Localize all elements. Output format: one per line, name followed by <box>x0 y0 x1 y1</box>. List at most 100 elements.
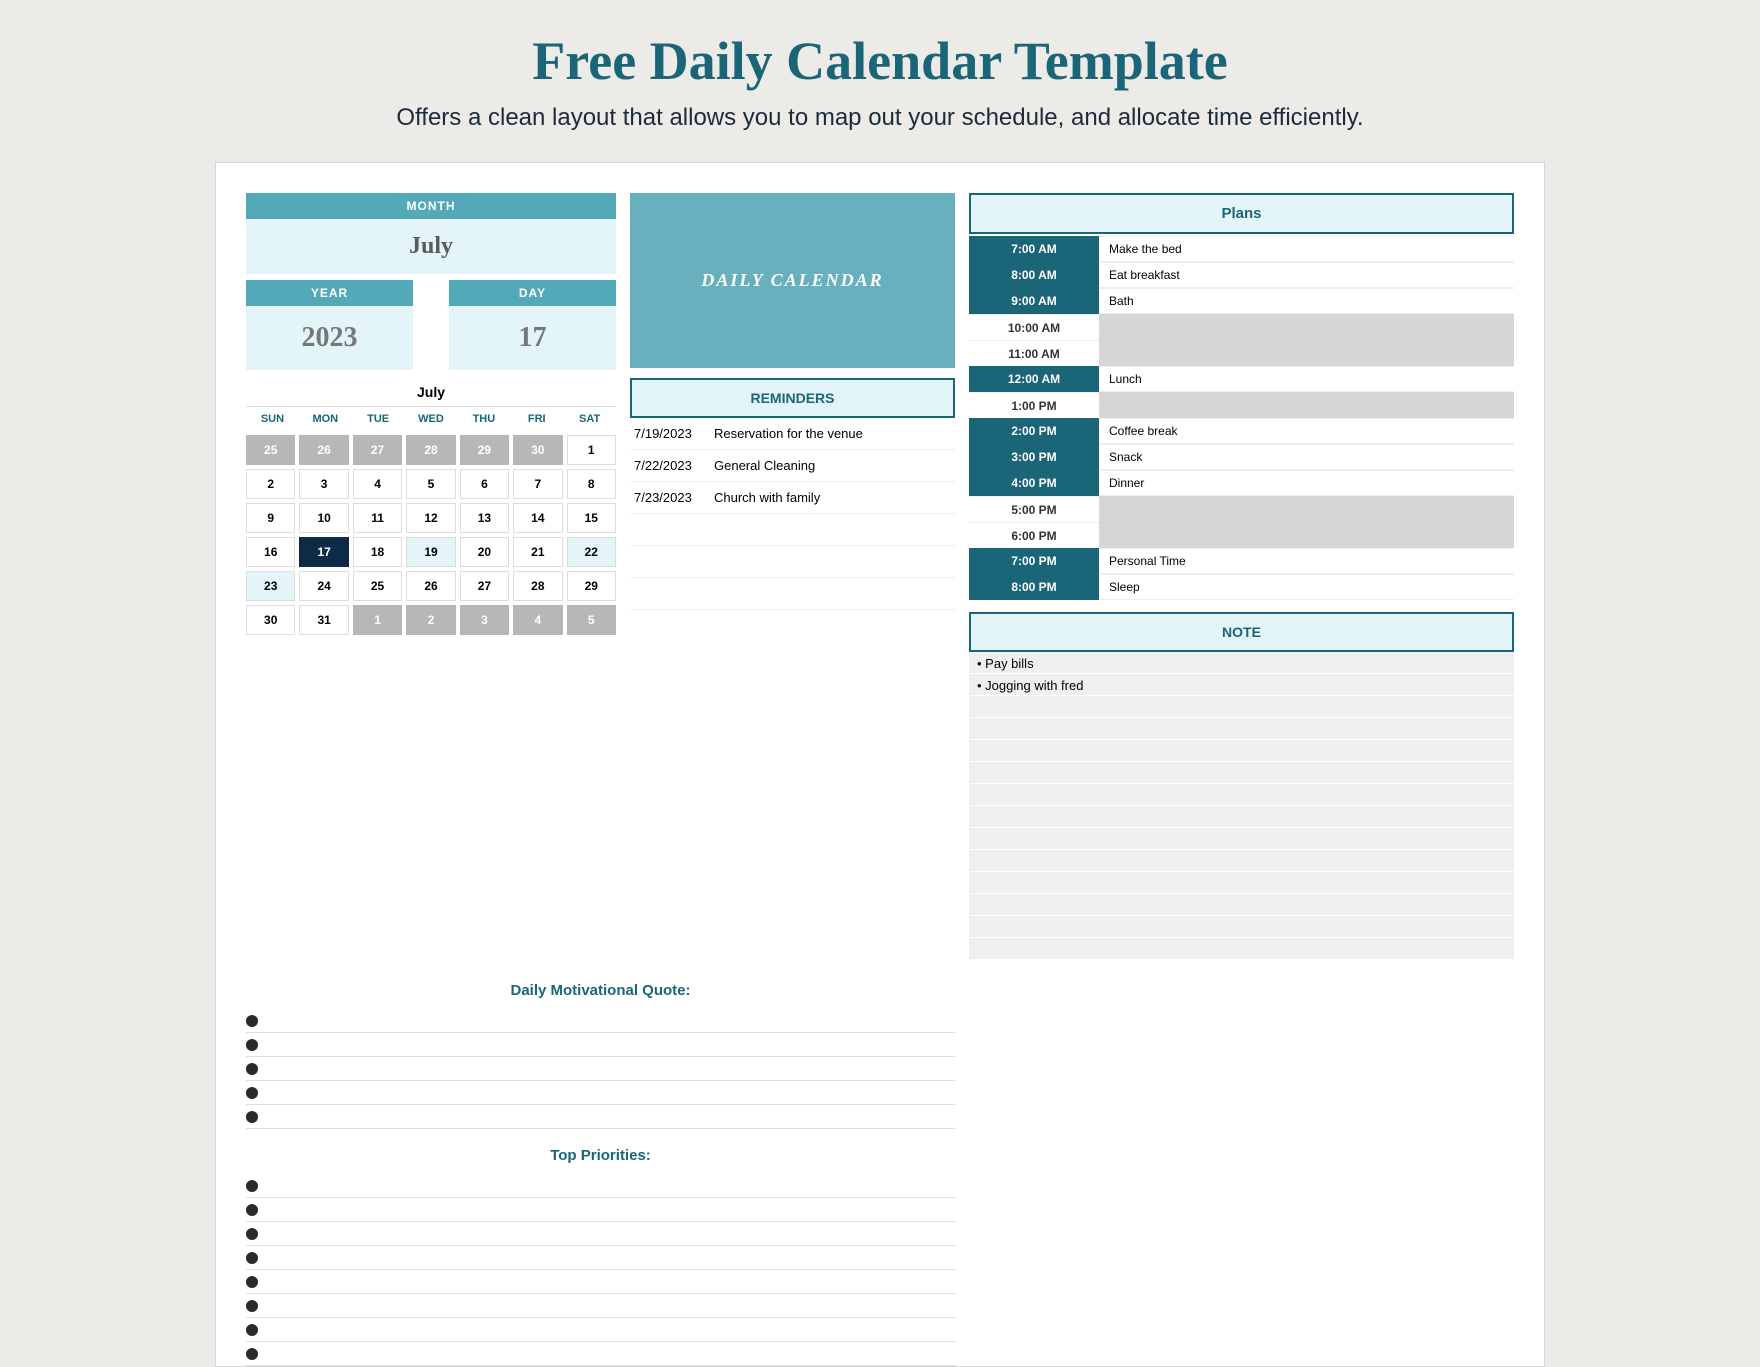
calendar-day[interactable]: 17 <box>299 537 348 567</box>
quote-title: Daily Motivational Quote: <box>246 964 955 1009</box>
calendar-day[interactable]: 30 <box>246 605 295 635</box>
calendar-day[interactable]: 29 <box>460 435 509 465</box>
reminder-empty <box>630 578 955 610</box>
calendar-day[interactable]: 19 <box>406 537 455 567</box>
calendar-day[interactable]: 5 <box>406 469 455 499</box>
calendar-day[interactable]: 1 <box>567 435 616 465</box>
calendar-day[interactable]: 26 <box>406 571 455 601</box>
calendar-day[interactable]: 23 <box>246 571 295 601</box>
quote-lines <box>246 1009 955 1129</box>
calendar-day[interactable]: 13 <box>460 503 509 533</box>
quote-line <box>246 1033 955 1057</box>
plan-row: 1:00 PM <box>969 392 1514 418</box>
plan-time: 11:00 AM <box>969 340 1099 366</box>
priority-line <box>246 1294 955 1318</box>
calendar-day[interactable]: 29 <box>567 571 616 601</box>
plan-row: 5:00 PM <box>969 496 1514 522</box>
calendar-day[interactable]: 27 <box>353 435 402 465</box>
priority-lines <box>246 1174 955 1366</box>
calendar-day[interactable]: 25 <box>246 435 295 465</box>
plan-time: 1:00 PM <box>969 392 1099 418</box>
quote-line <box>246 1057 955 1081</box>
calendar-day[interactable]: 9 <box>246 503 295 533</box>
calendar-day[interactable]: 26 <box>299 435 348 465</box>
month-label: MONTH <box>246 193 616 219</box>
priority-line <box>246 1270 955 1294</box>
note-empty <box>969 740 1514 762</box>
plan-text <box>1099 522 1514 548</box>
bullet-icon <box>246 1324 258 1336</box>
calendar-day[interactable]: 2 <box>406 605 455 635</box>
year-label: YEAR <box>246 280 413 306</box>
plan-text: Make the bed <box>1099 236 1514 262</box>
bullet-icon <box>246 1087 258 1099</box>
calendar-day[interactable]: 6 <box>460 469 509 499</box>
reminder-text: Reservation for the venue <box>714 426 951 441</box>
plan-row: 4:00 PMDinner <box>969 470 1514 496</box>
calendar-day[interactable]: 28 <box>513 571 562 601</box>
plan-row: 8:00 PMSleep <box>969 574 1514 600</box>
bullet-icon <box>246 1180 258 1192</box>
daily-calendar-banner: DAILY CALENDAR <box>630 193 955 368</box>
calendar-day[interactable]: 1 <box>353 605 402 635</box>
plan-time: 7:00 PM <box>969 548 1099 574</box>
calendar-day[interactable]: 27 <box>460 571 509 601</box>
plan-time: 10:00 AM <box>969 314 1099 340</box>
calendar-day[interactable]: 14 <box>513 503 562 533</box>
calendar-day[interactable]: 3 <box>460 605 509 635</box>
calendar-day[interactable]: 12 <box>406 503 455 533</box>
calendar-day[interactable]: 8 <box>567 469 616 499</box>
priorities-title: Top Priorities: <box>246 1129 955 1174</box>
plan-text <box>1099 340 1514 366</box>
priority-line <box>246 1198 955 1222</box>
dow-label: SUN <box>246 407 299 431</box>
note-empty <box>969 872 1514 894</box>
reminders-header: REMINDERS <box>630 378 955 418</box>
calendar-day[interactable]: 30 <box>513 435 562 465</box>
bullet-icon <box>246 1252 258 1264</box>
month-value: July <box>246 219 616 274</box>
calendar-day[interactable]: 10 <box>299 503 348 533</box>
bullet-icon <box>246 1111 258 1123</box>
calendar-day[interactable]: 3 <box>299 469 348 499</box>
bullet-icon <box>246 1276 258 1288</box>
plan-row: 10:00 AM <box>969 314 1514 340</box>
calendar-day[interactable]: 4 <box>513 605 562 635</box>
calendar-day[interactable]: 28 <box>406 435 455 465</box>
plan-text: Snack <box>1099 444 1514 470</box>
plan-row: 7:00 AMMake the bed <box>969 236 1514 262</box>
calendar-day[interactable]: 16 <box>246 537 295 567</box>
calendar-day[interactable]: 21 <box>513 537 562 567</box>
plan-row: 12:00 AMLunch <box>969 366 1514 392</box>
note-empty <box>969 806 1514 828</box>
plan-time: 3:00 PM <box>969 444 1099 470</box>
priority-line <box>246 1318 955 1342</box>
calendar-day[interactable]: 11 <box>353 503 402 533</box>
reminder-row: 7/23/2023Church with family <box>630 482 955 514</box>
plan-time: 7:00 AM <box>969 236 1099 262</box>
plan-text: Dinner <box>1099 470 1514 496</box>
reminder-text: Church with family <box>714 490 951 505</box>
plan-row: 3:00 PMSnack <box>969 444 1514 470</box>
page-subtitle: Offers a clean layout that allows you to… <box>0 92 1760 162</box>
bullet-icon <box>246 1015 258 1027</box>
calendar-day[interactable]: 18 <box>353 537 402 567</box>
priority-line <box>246 1246 955 1270</box>
calendar-day[interactable]: 7 <box>513 469 562 499</box>
note-empty <box>969 762 1514 784</box>
calendar-day[interactable]: 15 <box>567 503 616 533</box>
plan-text: Personal Time <box>1099 548 1514 574</box>
plan-row: 6:00 PM <box>969 522 1514 548</box>
calendar-day[interactable]: 25 <box>353 571 402 601</box>
calendar-day[interactable]: 5 <box>567 605 616 635</box>
calendar-day[interactable]: 20 <box>460 537 509 567</box>
reminder-date: 7/23/2023 <box>634 490 714 505</box>
calendar-day[interactable]: 24 <box>299 571 348 601</box>
calendar-day[interactable]: 4 <box>353 469 402 499</box>
calendar-day[interactable]: 22 <box>567 537 616 567</box>
calendar-day[interactable]: 2 <box>246 469 295 499</box>
mini-calendar-month: July <box>246 378 616 407</box>
plan-text <box>1099 392 1514 418</box>
calendar-day[interactable]: 31 <box>299 605 348 635</box>
page-title: Free Daily Calendar Template <box>0 0 1760 92</box>
